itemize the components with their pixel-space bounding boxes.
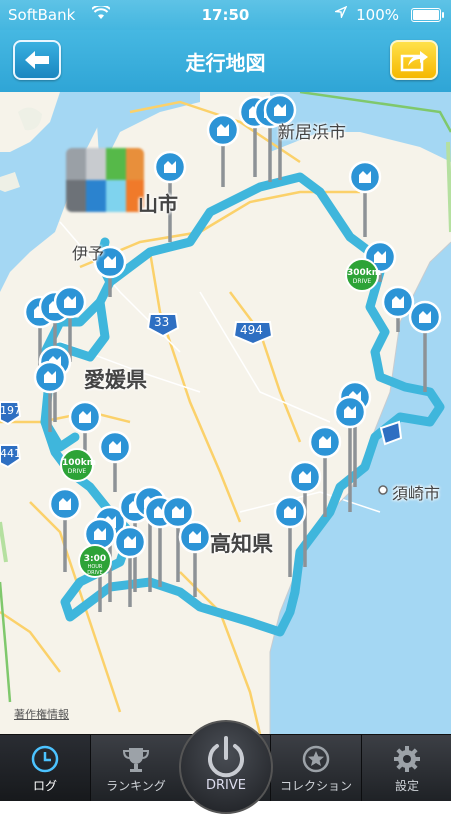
badge-100km[interactable]: 100km DRIVE [60,448,96,482]
road-number-441: 441 [0,447,21,460]
label-ehime: 愛媛県 [84,368,147,392]
tab-ranking[interactable]: ランキング [91,735,181,801]
star-medal-icon [302,745,330,773]
tab-settings[interactable]: 設定 [362,735,451,801]
label-matsuyama: 山市 [138,192,178,216]
label-iyo: 伊予 [72,244,105,263]
location-arrow-icon [333,5,348,22]
route-map[interactable]: 新居浜市 山市 伊予 愛媛県 高知県 須崎市 33 494 197 441 30… [0,92,451,734]
spot-pin[interactable] [408,300,442,392]
gear-icon [394,746,420,772]
label-susaki: 須崎市 [392,484,441,503]
tab-log[interactable]: ログ [0,735,90,801]
page-title: 走行地図 [185,51,266,75]
share-arrow-icon [400,51,428,72]
battery-percent: 100% [356,6,399,24]
battery-icon [411,8,441,22]
label-niihama: 新居浜市 [278,123,346,143]
label-kochi: 高知県 [210,532,273,556]
copyright-link[interactable]: 著作権情報 [14,706,69,722]
trophy-icon [122,748,150,772]
user-thumbnail [66,148,144,212]
power-icon [208,736,244,778]
status-bar: SoftBank 17:50 100% [0,0,451,30]
tab-collection[interactable]: コレクション [271,735,361,801]
road-number-33: 33 [154,315,170,329]
badge-300km[interactable]: 300km DRIVE [345,258,381,292]
badge-3-hour[interactable]: 3:00 HOUR DRIVE [78,544,112,578]
road-number-197: 197 [0,404,21,417]
clock-icon [31,745,59,773]
navigation-bar: 走行地図 [0,30,451,93]
share-button[interactable] [390,40,438,80]
road-number-494: 494 [240,323,263,337]
